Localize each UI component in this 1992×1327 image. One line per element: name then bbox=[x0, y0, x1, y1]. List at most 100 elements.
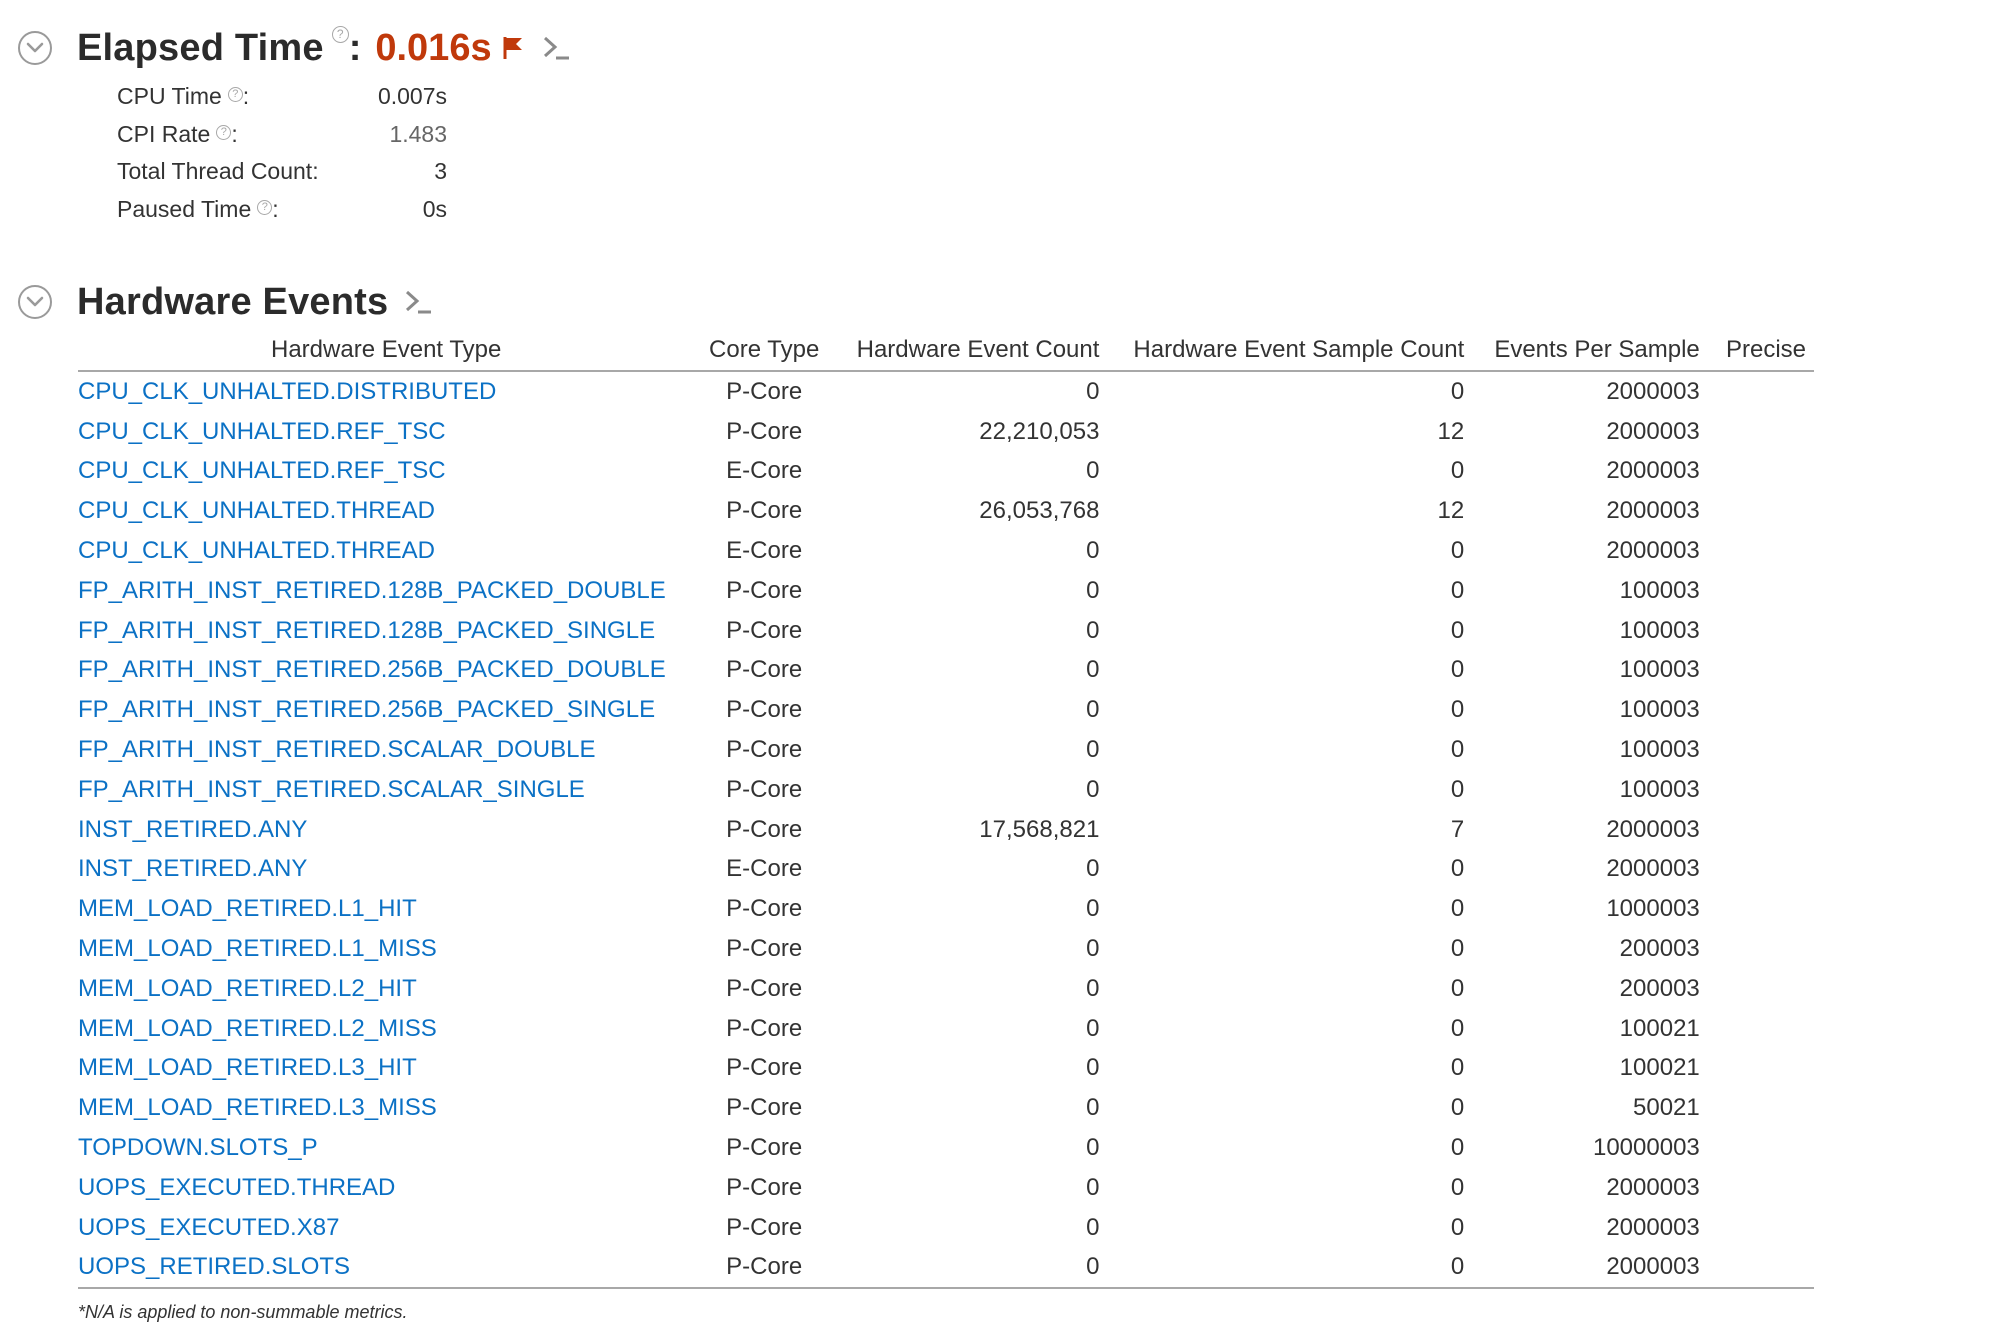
table-row[interactable]: INST_RETIRED.ANY P-Core 17,568,821 7 2000003 bbox=[78, 810, 1814, 850]
event-type-link[interactable]: MEM_LOAD_RETIRED.L1_HIT bbox=[78, 895, 417, 922]
event-type-link[interactable]: FP_ARITH_INST_RETIRED.SCALAR_DOUBLE bbox=[78, 736, 595, 763]
event-type-link[interactable]: MEM_LOAD_RETIRED.L1_MISS bbox=[78, 935, 437, 962]
table-row[interactable]: FP_ARITH_INST_RETIRED.256B_PACKED_DOUBLE… bbox=[78, 651, 1814, 691]
column-header-events-per-sample[interactable]: Events Per Sample bbox=[1472, 330, 1708, 372]
table-row[interactable]: UOPS_EXECUTED.X87 P-Core 0 0 2000003 bbox=[78, 1208, 1814, 1248]
column-header-precise[interactable]: Precise bbox=[1707, 330, 1814, 372]
elapsed-time-header: Elapsed Time ? : 0.016s bbox=[18, 24, 570, 72]
event-type-link[interactable]: UOPS_RETIRED.SLOTS bbox=[78, 1253, 350, 1280]
event-type-link[interactable]: FP_ARITH_INST_RETIRED.128B_PACKED_DOUBLE bbox=[78, 577, 666, 604]
cell-event-count: 0 bbox=[1086, 1173, 1100, 1201]
event-type-link[interactable]: CPU_CLK_UNHALTED.THREAD bbox=[78, 537, 435, 564]
cell-sample-count: 0 bbox=[1450, 935, 1465, 963]
terminal-icon[interactable] bbox=[542, 35, 570, 61]
table-row[interactable]: FP_ARITH_INST_RETIRED.SCALAR_DOUBLE P-Cor… bbox=[78, 730, 1814, 770]
event-type-link[interactable]: CPU_CLK_UNHALTED.REF_TSC bbox=[78, 457, 446, 484]
column-header-event-count[interactable]: Hardware Event Count bbox=[834, 330, 1108, 372]
table-row[interactable]: MEM_LOAD_RETIRED.L1_MISS P-Core 0 0 200003 bbox=[78, 929, 1814, 969]
cell-precise bbox=[1708, 571, 1814, 611]
table-row[interactable]: MEM_LOAD_RETIRED.L1_HIT P-Core 0 0 1000003 bbox=[78, 889, 1814, 929]
event-type-link[interactable]: CPU_CLK_UNHALTED.REF_TSC bbox=[78, 418, 446, 445]
flag-icon[interactable] bbox=[502, 35, 524, 61]
cell-sample-count: 0 bbox=[1450, 1134, 1465, 1162]
table-row[interactable]: UOPS_RETIRED.SLOTS P-Core 0 0 2000003 bbox=[78, 1247, 1814, 1290]
metric-row: CPI Rate?: 1.483 bbox=[117, 116, 447, 154]
cell-events-per-sample: 10000003 bbox=[1592, 1134, 1700, 1162]
event-type-link[interactable]: UOPS_EXECUTED.X87 bbox=[78, 1214, 339, 1241]
cell-events-per-sample: 2000003 bbox=[1606, 855, 1700, 883]
event-type-link[interactable]: MEM_LOAD_RETIRED.L3_HIT bbox=[78, 1054, 417, 1081]
table-row[interactable]: MEM_LOAD_RETIRED.L3_MISS P-Core 0 0 50021 bbox=[78, 1088, 1814, 1128]
chevron-down-circle-icon[interactable] bbox=[18, 31, 52, 65]
cell-sample-count: 0 bbox=[1450, 616, 1465, 644]
cell-events-per-sample: 200003 bbox=[1619, 935, 1700, 963]
table-row[interactable]: MEM_LOAD_RETIRED.L3_HIT P-Core 0 0 100021 bbox=[78, 1049, 1814, 1089]
metric-label: CPI Rate?: bbox=[117, 121, 367, 148]
cell-event-count: 0 bbox=[1086, 736, 1100, 764]
table-row[interactable]: UOPS_EXECUTED.THREAD P-Core 0 0 2000003 bbox=[78, 1168, 1814, 1208]
event-type-link[interactable]: UOPS_EXECUTED.THREAD bbox=[78, 1174, 395, 1201]
event-type-link[interactable]: MEM_LOAD_RETIRED.L2_HIT bbox=[78, 975, 417, 1002]
event-type-link[interactable]: MEM_LOAD_RETIRED.L3_MISS bbox=[78, 1094, 437, 1121]
terminal-icon[interactable] bbox=[404, 289, 432, 315]
cell-precise bbox=[1708, 929, 1814, 969]
table-row[interactable]: CPU_CLK_UNHALTED.THREAD E-Core 0 0 2000003 bbox=[78, 531, 1814, 571]
column-header-sample-count[interactable]: Hardware Event Sample Count bbox=[1107, 330, 1473, 372]
cell-core-type: P-Core bbox=[726, 616, 803, 644]
cell-event-type: UOPS_EXECUTED.X87 bbox=[78, 1208, 694, 1248]
cell-events-per-sample: 2000003 bbox=[1606, 537, 1700, 565]
cell-events-per-sample: 100003 bbox=[1619, 736, 1700, 764]
event-type-link[interactable]: TOPDOWN.SLOTS_P bbox=[78, 1134, 318, 1161]
table-row[interactable]: CPU_CLK_UNHALTED.THREAD P-Core 26,053,768 1… bbox=[78, 491, 1814, 531]
metric-value: 0.007s bbox=[377, 83, 447, 110]
table-row[interactable]: MEM_LOAD_RETIRED.L2_HIT P-Core 0 0 200003 bbox=[78, 969, 1814, 1009]
cell-event-count: 0 bbox=[1086, 576, 1100, 604]
cell-event-count: 0 bbox=[1086, 616, 1100, 644]
cell-precise bbox=[1708, 690, 1814, 730]
cell-core-type: P-Core bbox=[726, 1134, 803, 1162]
cell-events-per-sample: 2000003 bbox=[1606, 377, 1700, 405]
event-type-link[interactable]: CPU_CLK_UNHALTED.THREAD bbox=[78, 497, 435, 524]
chevron-down-circle-icon[interactable] bbox=[18, 285, 52, 319]
table-row[interactable]: CPU_CLK_UNHALTED.DISTRIBUTED P-Core 0 0 2000… bbox=[78, 371, 1814, 412]
event-type-link[interactable]: INST_RETIRED.ANY bbox=[78, 855, 307, 882]
help-icon[interactable]: ? bbox=[257, 199, 273, 215]
metric-label-text: Total Thread Count: bbox=[117, 158, 319, 185]
cell-core-type: P-Core bbox=[726, 497, 803, 525]
cell-events-per-sample: 200003 bbox=[1619, 974, 1700, 1002]
table-row[interactable]: CPU_CLK_UNHALTED.REF_TSC P-Core 22,210,053… bbox=[78, 412, 1814, 452]
event-type-link[interactable]: FP_ARITH_INST_RETIRED.128B_PACKED_SINGLE bbox=[78, 617, 655, 644]
cell-precise bbox=[1708, 452, 1814, 492]
table-row[interactable]: MEM_LOAD_RETIRED.L2_MISS P-Core 0 0 100021 bbox=[78, 1009, 1814, 1049]
cell-core-type: P-Core bbox=[726, 974, 803, 1002]
event-type-link[interactable]: FP_ARITH_INST_RETIRED.256B_PACKED_DOUBLE bbox=[78, 656, 666, 683]
help-icon[interactable]: ? bbox=[216, 124, 232, 140]
event-type-link[interactable]: MEM_LOAD_RETIRED.L2_MISS bbox=[78, 1015, 437, 1042]
table-row[interactable]: FP_ARITH_INST_RETIRED.128B_PACKED_SINGLE… bbox=[78, 611, 1814, 651]
table-row[interactable]: INST_RETIRED.ANY E-Core 0 0 2000003 bbox=[78, 850, 1814, 890]
metric-value: 0s bbox=[422, 195, 447, 222]
cell-sample-count: 0 bbox=[1450, 736, 1465, 764]
cell-event-type: INST_RETIRED.ANY bbox=[78, 810, 694, 850]
cell-event-count: 0 bbox=[1086, 537, 1100, 565]
column-header-core-type[interactable]: Core Type bbox=[694, 330, 834, 372]
cell-event-type: MEM_LOAD_RETIRED.L1_HIT bbox=[78, 889, 694, 929]
help-icon[interactable]: ? bbox=[227, 87, 243, 103]
table-row[interactable]: FP_ARITH_INST_RETIRED.256B_PACKED_SINGLE… bbox=[78, 690, 1814, 730]
cell-event-type: FP_ARITH_INST_RETIRED.256B_PACKED_SINGLE bbox=[78, 690, 694, 730]
event-type-link[interactable]: FP_ARITH_INST_RETIRED.SCALAR_SINGLE bbox=[78, 776, 585, 803]
table-row[interactable]: TOPDOWN.SLOTS_P P-Core 0 0 10000003 bbox=[78, 1128, 1814, 1168]
cell-precise bbox=[1708, 651, 1814, 691]
table-row[interactable]: FP_ARITH_INST_RETIRED.SCALAR_SINGLE P-Cor… bbox=[78, 770, 1814, 810]
cell-sample-count: 0 bbox=[1450, 576, 1465, 604]
table-row[interactable]: FP_ARITH_INST_RETIRED.128B_PACKED_DOUBLE… bbox=[78, 571, 1814, 611]
column-header-event-type[interactable]: Hardware Event Type bbox=[78, 330, 695, 372]
event-type-link[interactable]: FP_ARITH_INST_RETIRED.256B_PACKED_SINGLE bbox=[78, 696, 655, 723]
cell-event-count: 0 bbox=[1086, 974, 1100, 1002]
cell-event-count: 0 bbox=[1086, 935, 1100, 963]
event-type-link[interactable]: INST_RETIRED.ANY bbox=[78, 816, 307, 843]
cell-precise bbox=[1708, 1009, 1814, 1049]
table-row[interactable]: CPU_CLK_UNHALTED.REF_TSC E-Core 0 0 2000003 bbox=[78, 452, 1814, 492]
help-icon[interactable]: ? bbox=[331, 25, 349, 43]
event-type-link[interactable]: CPU_CLK_UNHALTED.DISTRIBUTED bbox=[78, 378, 496, 405]
